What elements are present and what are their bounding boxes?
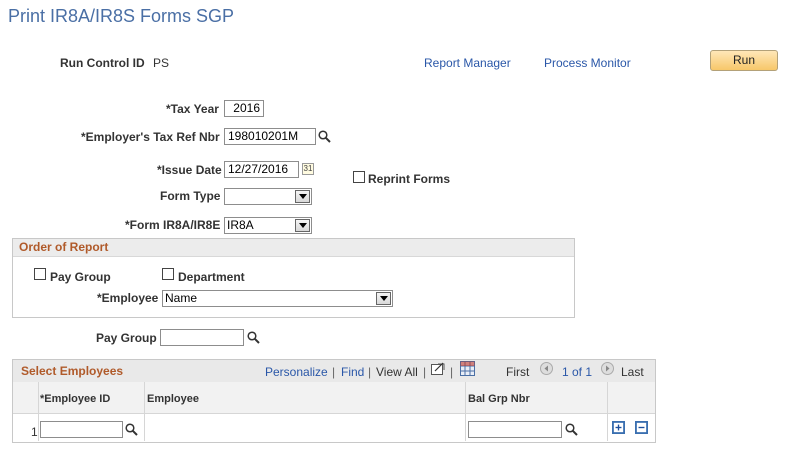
report-manager-link[interactable]: Report Manager bbox=[424, 56, 511, 70]
employer-ref-label: *Employer's Tax Ref Nbr bbox=[81, 130, 220, 144]
chevron-down-icon bbox=[295, 219, 310, 232]
download-excel-icon[interactable] bbox=[460, 361, 475, 376]
zoom-grid-icon[interactable] bbox=[431, 362, 446, 376]
grid-separator: | bbox=[368, 365, 372, 379]
grid-divider bbox=[465, 382, 466, 441]
grid-title: Select Employees bbox=[21, 364, 124, 378]
pay-group-order-label: Pay Group bbox=[50, 270, 111, 284]
magnifier-icon[interactable] bbox=[125, 423, 138, 436]
employee-order-select[interactable]: Name bbox=[162, 290, 393, 307]
pay-group-input[interactable] bbox=[160, 329, 244, 346]
run-control-value: PS bbox=[153, 56, 170, 70]
chevron-down-icon bbox=[376, 292, 391, 305]
plus-icon[interactable] bbox=[612, 421, 625, 434]
minus-icon[interactable] bbox=[635, 421, 648, 434]
grid-separator: | bbox=[332, 365, 336, 379]
tax-year-label: *Tax Year bbox=[166, 102, 219, 116]
magnifier-icon[interactable] bbox=[565, 423, 578, 436]
personalize-link[interactable]: Personalize bbox=[265, 365, 328, 379]
bal-grp-input[interactable] bbox=[468, 421, 562, 438]
reprint-forms-label: Reprint Forms bbox=[368, 172, 451, 186]
next-icon[interactable] bbox=[601, 362, 614, 375]
employee-order-value: Name bbox=[165, 291, 198, 305]
calendar-icon[interactable]: 31 bbox=[302, 163, 314, 175]
col-employee[interactable]: Employee bbox=[147, 393, 199, 405]
process-monitor-link[interactable]: Process Monitor bbox=[544, 56, 631, 70]
view-all-link[interactable]: View All bbox=[376, 365, 418, 379]
issue-date-input[interactable]: 12/27/2016 bbox=[224, 161, 299, 178]
reprint-forms-checkbox[interactable] bbox=[353, 171, 365, 183]
order-of-report-title: Order of Report bbox=[13, 239, 574, 257]
find-link[interactable]: Find bbox=[341, 365, 364, 379]
form-ir8a-value: IR8A bbox=[227, 218, 254, 232]
department-label: Department bbox=[178, 270, 245, 284]
page-title: Print IR8A/IR8S Forms SGP bbox=[8, 6, 235, 26]
magnifier-icon[interactable] bbox=[247, 331, 260, 344]
grid-first: First bbox=[506, 365, 530, 379]
employee-order-label: *Employee bbox=[97, 291, 159, 305]
col-employee-id[interactable]: *Employee ID bbox=[40, 393, 110, 405]
issue-date-label: *Issue Date bbox=[157, 163, 222, 177]
form-type-label: Form Type bbox=[160, 189, 221, 203]
grid-range: 1 of 1 bbox=[562, 365, 593, 379]
grid-last: Last bbox=[621, 365, 644, 379]
row-number: 1 bbox=[31, 425, 38, 439]
employer-ref-input[interactable]: 198010201M bbox=[224, 128, 316, 145]
department-checkbox[interactable] bbox=[162, 268, 174, 280]
magnifier-icon[interactable] bbox=[318, 130, 331, 143]
grid-separator: | bbox=[450, 365, 454, 379]
form-ir8a-select[interactable]: IR8A bbox=[224, 217, 312, 234]
run-button[interactable]: Run bbox=[710, 50, 778, 71]
pay-group-checkbox[interactable] bbox=[34, 268, 46, 280]
chevron-down-icon bbox=[295, 190, 310, 203]
pay-group-label: Pay Group bbox=[96, 331, 157, 345]
previous-icon[interactable] bbox=[540, 362, 553, 375]
col-bal-grp-nbr[interactable]: Bal Grp Nbr bbox=[468, 393, 530, 405]
grid-separator: | bbox=[423, 365, 427, 379]
employee-id-input[interactable] bbox=[40, 421, 123, 438]
form-type-select[interactable] bbox=[224, 188, 312, 205]
tax-year-input[interactable]: 2016 bbox=[224, 100, 264, 117]
grid-divider bbox=[607, 382, 608, 441]
grid-divider bbox=[144, 382, 145, 441]
grid-divider bbox=[38, 382, 39, 441]
form-ir8a-label: *Form IR8A/IR8E bbox=[125, 218, 221, 232]
run-control-label: Run Control ID bbox=[60, 56, 145, 70]
